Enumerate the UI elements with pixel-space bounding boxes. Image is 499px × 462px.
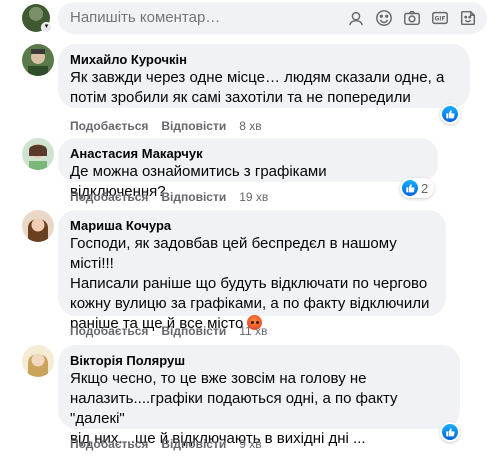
comment-bubble: Вікторія Поляруш Якщо чесно, то це вже з… bbox=[58, 345, 460, 447]
sticker-icon[interactable] bbox=[459, 9, 477, 27]
reply-button[interactable]: Відповісти bbox=[161, 118, 226, 134]
comment-composer: ▾ GIF bbox=[0, 0, 499, 38]
like-reaction-icon bbox=[442, 106, 458, 122]
avatar-sticker-icon[interactable] bbox=[347, 9, 365, 27]
avatar[interactable] bbox=[22, 210, 54, 242]
comment-time[interactable]: 19 хв bbox=[239, 189, 268, 205]
reply-button[interactable]: Відповісти bbox=[161, 436, 226, 452]
like-reaction-icon bbox=[402, 180, 418, 196]
reaction-badge[interactable]: 2 bbox=[400, 178, 435, 198]
like-button[interactable]: Подобається bbox=[70, 189, 148, 205]
comment-actions: Подобається Відповісти 19 хв bbox=[70, 189, 268, 205]
avatar[interactable] bbox=[22, 138, 54, 170]
comment-author[interactable]: Вікторія Поляруш bbox=[70, 353, 448, 369]
comment-author[interactable]: Михайло Курочкін bbox=[70, 52, 458, 68]
svg-text:GIF: GIF bbox=[435, 17, 446, 23]
emoji-icon[interactable] bbox=[375, 9, 393, 27]
comment-text: Як завжди через одне місце… людям сказал… bbox=[70, 69, 445, 106]
composer-icons: GIF bbox=[347, 9, 477, 27]
gif-icon[interactable]: GIF bbox=[431, 9, 449, 27]
reaction-count: 2 bbox=[421, 180, 429, 196]
comment-bubble: Анастасия Макарчук Де можна ознайомитись… bbox=[58, 138, 438, 200]
like-button[interactable]: Подобається bbox=[70, 118, 148, 134]
comment-time[interactable]: 11 хв bbox=[239, 323, 267, 339]
avatar[interactable] bbox=[22, 44, 54, 76]
like-reaction-icon bbox=[442, 424, 458, 440]
comment-actions: Подобається Відповісти 11 хв bbox=[70, 323, 267, 339]
like-button[interactable]: Подобається bbox=[70, 436, 148, 452]
comment-actions: Подобається Відповісти 8 хв bbox=[70, 118, 262, 134]
comment-time[interactable]: 9 хв bbox=[239, 436, 261, 452]
comment-input[interactable] bbox=[70, 2, 330, 34]
comment-author[interactable]: Мариша Кочура bbox=[70, 218, 434, 234]
comment-author[interactable]: Анастасия Макарчук bbox=[70, 146, 426, 162]
comment-input-box[interactable]: GIF bbox=[58, 2, 487, 34]
reply-button[interactable]: Відповісти bbox=[161, 189, 226, 205]
chevron-down-icon[interactable]: ▾ bbox=[41, 22, 52, 33]
reaction-badge[interactable] bbox=[440, 422, 460, 442]
comment-time[interactable]: 8 хв bbox=[239, 118, 261, 134]
like-button[interactable]: Подобається bbox=[70, 323, 148, 339]
comment-bubble: Мариша Кочура Господи, як задовбав цей б… bbox=[58, 210, 446, 332]
reaction-badge[interactable] bbox=[440, 104, 460, 124]
camera-icon[interactable] bbox=[403, 9, 421, 27]
comment-actions: Подобається Відповісти 9 хв bbox=[70, 436, 262, 452]
comment-bubble: Михайло Курочкін Як завжди через одне мі… bbox=[58, 44, 470, 108]
avatar[interactable] bbox=[22, 345, 54, 377]
reply-button[interactable]: Відповісти bbox=[161, 323, 226, 339]
comment-text: Господи, як задовбав цей беспредєл в наш… bbox=[70, 234, 434, 334]
